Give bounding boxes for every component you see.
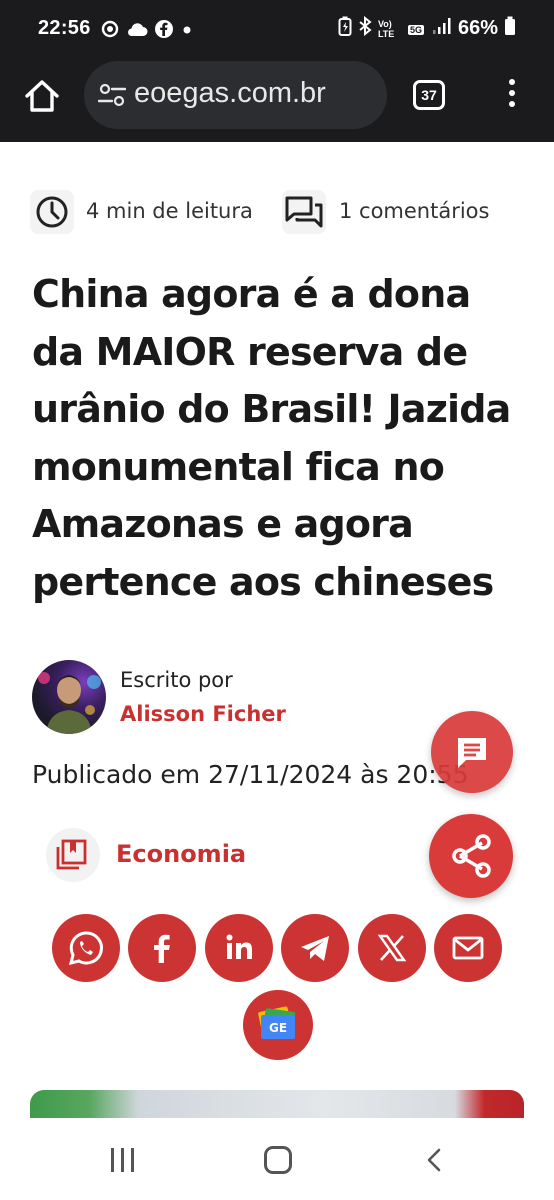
address-bar[interactable]: eoegas.com.br [84,61,387,129]
author-avatar[interactable] [32,660,106,734]
clock-icon [30,190,74,234]
featured-image [30,1090,524,1120]
system-nav-bar [0,1118,554,1200]
comments-count[interactable]: 1 comentários [339,199,489,223]
published-date: Publicado em 27/11/2024 às 20:55 [32,760,469,789]
linkedin-icon [226,934,252,959]
category-icon[interactable] [46,828,100,882]
status-right-icons: Vo) LTE 5G 66% [338,15,516,41]
more-menu-icon[interactable] [500,76,524,116]
cloud-icon [126,21,148,41]
home-button[interactable] [22,76,62,116]
battery-saver-icon [338,16,352,41]
5g-icon: 5G [406,20,426,38]
dot-icon [180,22,194,41]
battery-icon [504,16,516,41]
share-google-news-button[interactable]: GE [243,990,313,1060]
email-icon [452,936,484,960]
facebook-icon [154,19,174,43]
google-news-label: GE [269,1021,287,1035]
bluetooth-icon [358,15,372,41]
back-button[interactable] [424,1148,446,1172]
status-bar: 22:56 Vo) LTE 5G 66% [0,0,554,58]
volte-icon: Vo) LTE [377,18,395,39]
comments-fab[interactable] [431,711,513,793]
x-icon [377,934,407,962]
comments-icon[interactable] [282,190,326,234]
tab-switcher-button[interactable]: 37 [413,80,445,110]
facebook-icon [154,934,170,963]
share-whatsapp-button[interactable] [52,914,120,982]
home-icon [25,80,59,112]
network-label: 5G [407,24,424,35]
nav-home-button[interactable] [264,1146,292,1174]
share-telegram-button[interactable] [281,914,349,982]
telegram-icon [301,936,329,961]
status-time: 22:56 [38,17,91,39]
battery-percent: 66% [457,17,498,39]
category-link[interactable]: Economia [116,840,246,868]
site-settings-icon[interactable] [98,83,126,107]
url-text: eoegas.com.br [134,77,326,109]
google-news-icon: GE [258,1006,296,1039]
share-icon [452,834,491,878]
article-meta: 4 min de leitura 1 comentários [30,190,530,234]
browser-toolbar: eoegas.com.br 37 [0,58,554,142]
whatsapp-icon [68,931,103,966]
share-facebook-button[interactable] [128,914,196,982]
back-icon [427,1148,441,1172]
author-label: Escrito por [120,668,233,692]
signal-icon [432,17,452,40]
chat-icon [458,738,486,768]
recents-button[interactable] [109,1148,137,1172]
read-time: 4 min de leitura [86,199,253,223]
share-x-button[interactable] [358,914,426,982]
share-email-button[interactable] [434,914,502,982]
status-left-icons [100,19,194,43]
article-title: China agora é a dona da MAIOR reserva de… [32,272,511,604]
share-linkedin-button[interactable] [205,914,273,982]
screen-record-icon [100,19,120,43]
author-name-link[interactable]: Alisson Ficher [120,702,286,726]
share-fab[interactable] [429,814,513,898]
